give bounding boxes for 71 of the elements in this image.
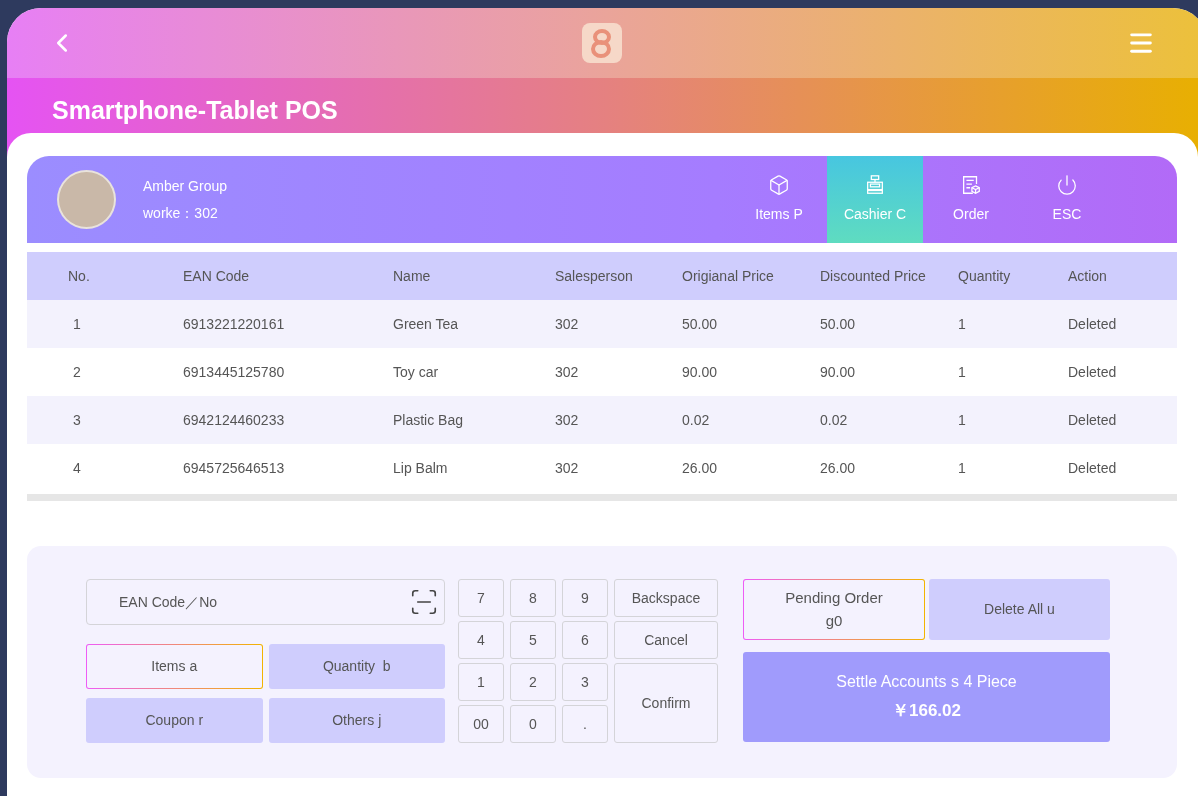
table-cell-text: Green Tea xyxy=(393,314,460,334)
table-cell-text: 6913221220161 xyxy=(183,314,286,334)
column-header: No. xyxy=(68,266,91,286)
table-cell-text: 6942124460233 xyxy=(183,410,286,430)
keypad-key[interactable]: 4 xyxy=(458,621,504,659)
table-cell-text: Plastic Bag xyxy=(393,410,465,430)
table-cell-text: 90.00 xyxy=(682,362,719,382)
pending-order-button[interactable]: Pending Order g0 xyxy=(743,579,925,640)
table-cell-text: 0.02 xyxy=(682,410,711,430)
mode-button[interactable]: Items a xyxy=(86,644,263,689)
cash-register-icon xyxy=(864,174,886,196)
table-cell-text: 1 xyxy=(958,410,967,430)
keypad-key[interactable]: 6 xyxy=(562,621,608,659)
table-cell-text: 26.00 xyxy=(820,458,857,478)
keypad-key[interactable]: 8 xyxy=(510,579,556,617)
column-header: Name xyxy=(393,266,432,286)
keypad-key[interactable]: 1 xyxy=(458,663,504,701)
keypad-key[interactable]: 9 xyxy=(562,579,608,617)
scan-icon[interactable] xyxy=(409,587,439,617)
mode-button[interactable]: Coupon r xyxy=(86,698,263,743)
table-cell-text: 302 xyxy=(555,362,580,382)
table-cell-text: 3 xyxy=(72,410,82,430)
table-cell-text: 1 xyxy=(958,458,967,478)
box-icon xyxy=(768,174,790,196)
power-icon xyxy=(1056,174,1078,196)
table-cell-text: 50.00 xyxy=(682,314,719,334)
column-header: Quantity xyxy=(958,266,1012,286)
keypad-key[interactable]: 3 xyxy=(562,663,608,701)
column-header: Salesperson xyxy=(555,266,634,286)
column-header: Origianal Price xyxy=(682,266,775,286)
table-cell-text: 90.00 xyxy=(820,362,857,382)
keypad-key[interactable]: 2 xyxy=(510,663,556,701)
table-cell-text: 0.02 xyxy=(820,410,849,430)
table-cell-text: Toy car xyxy=(393,362,440,382)
table-cell-text: 6913445125780 xyxy=(183,362,286,382)
table-cell-text: 302 xyxy=(555,458,580,478)
confirm-key[interactable]: Confirm xyxy=(614,663,718,743)
table-cell-text: 1 xyxy=(958,362,967,382)
worker-id: worke：302 xyxy=(143,203,219,223)
keypad-key[interactable]: . xyxy=(562,705,608,743)
table-cell-text: Lip Balm xyxy=(393,458,449,478)
keypad-key[interactable]: 00 xyxy=(458,705,504,743)
column-header: Discounted Price xyxy=(820,266,927,286)
table-cell-text: Deleted xyxy=(1068,314,1118,334)
search-field[interactable]: EAN Code／No xyxy=(86,579,445,625)
table-cell-text: 50.00 xyxy=(820,314,857,334)
keypad-key[interactable]: 5 xyxy=(510,621,556,659)
table-cell-text: Deleted xyxy=(1068,458,1118,478)
keypad-key[interactable]: Backspace xyxy=(614,579,718,617)
group-name: Amber Group xyxy=(143,176,228,196)
table-cell-text: Deleted xyxy=(1068,362,1118,382)
table-cell-text: 2 xyxy=(72,362,82,382)
table-cell-text: 4 xyxy=(72,458,82,478)
app-title: Smartphone-Tablet POS xyxy=(52,95,339,126)
table-cell-text: 1 xyxy=(958,314,967,334)
table-cell-text: 6945725646513 xyxy=(183,458,286,478)
mode-button[interactable]: Others j xyxy=(268,698,445,743)
table-cell-text: 302 xyxy=(555,410,580,430)
logo-icon xyxy=(582,23,622,63)
mode-button[interactable]: Quantity b xyxy=(268,644,445,689)
keypad-key[interactable]: 0 xyxy=(510,705,556,743)
column-header: Action xyxy=(1068,266,1108,286)
table-cell-text: Deleted xyxy=(1068,410,1118,430)
column-header: EAN Code xyxy=(183,266,251,286)
table-cell-text: 1 xyxy=(72,314,82,334)
keypad-key[interactable]: 7 xyxy=(458,579,504,617)
delete-all-button[interactable]: Delete All u xyxy=(929,579,1110,640)
keypad-key[interactable]: Cancel xyxy=(614,621,718,659)
table-cell-text: 26.00 xyxy=(682,458,719,478)
document-box-icon xyxy=(960,174,982,196)
table-cell-text: 302 xyxy=(555,314,580,334)
